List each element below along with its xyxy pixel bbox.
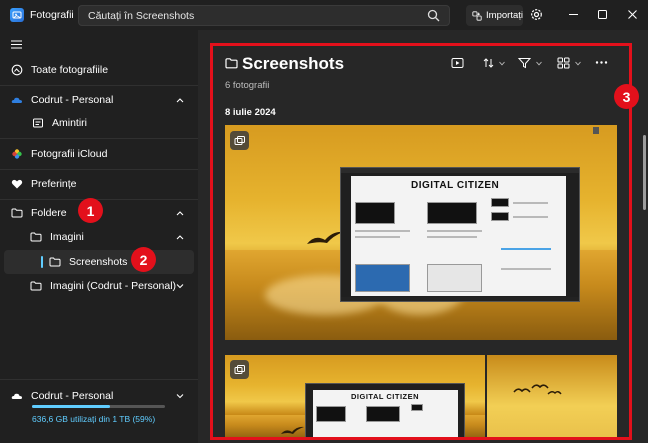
chevron-up-icon[interactable] xyxy=(176,210,184,216)
selection-indicator xyxy=(41,256,43,268)
folder-icon xyxy=(11,208,23,218)
folder-icon xyxy=(30,281,42,291)
sidebar-item-all-photos[interactable]: Toate fotografiile xyxy=(4,58,194,82)
sidebar-item-label: Imagini (Codrut - Personal) xyxy=(50,280,177,292)
onedrive-cloud-icon xyxy=(11,97,22,103)
callout-badge-3: 3 xyxy=(614,84,639,109)
folder-icon xyxy=(30,232,42,242)
sidebar-item-label: Foldere xyxy=(31,207,67,219)
heart-icon xyxy=(11,179,23,189)
chevron-down-icon[interactable] xyxy=(176,393,184,399)
sidebar-item-label: Toate fotografiile xyxy=(31,64,109,76)
hamburger-menu-icon[interactable] xyxy=(11,40,22,49)
sidebar-item-icloud[interactable]: Fotografii iCloud xyxy=(4,142,194,166)
icloud-photos-icon xyxy=(12,149,22,159)
storage-panel: Codrut - Personal xyxy=(0,379,198,443)
callout-badge-1: 1 xyxy=(78,198,103,223)
main-scrollbar-thumb[interactable] xyxy=(643,135,646,210)
import-label: Importați xyxy=(486,10,523,21)
import-button[interactable]: Importați xyxy=(466,5,523,26)
maximize-icon[interactable] xyxy=(597,9,608,20)
divider xyxy=(0,169,198,170)
divider xyxy=(0,199,198,200)
minimize-icon[interactable] xyxy=(568,9,579,20)
app-title: Fotografii xyxy=(30,9,74,21)
close-icon[interactable] xyxy=(627,9,638,20)
chevron-up-icon[interactable] xyxy=(176,97,184,103)
sidebar-item-favorites[interactable]: Preferințe xyxy=(4,172,194,196)
chevron-up-icon[interactable] xyxy=(176,234,184,240)
chevron-down-icon[interactable] xyxy=(176,283,184,289)
search-placeholder: Căutați în Screenshots xyxy=(88,10,195,22)
sidebar-item-label: Amintiri xyxy=(52,117,88,129)
storage-progress-fill xyxy=(32,405,111,408)
callout-badge-2: 2 xyxy=(131,247,156,272)
sidebar: Toate fotografiile Codrut - Personal Ami… xyxy=(0,30,198,443)
sidebar-item-onedrive[interactable]: Codrut - Personal xyxy=(4,88,194,112)
all-photos-icon xyxy=(11,64,23,76)
storage-usage-text: 636,6 GB utilizați din 1 TB (59%) xyxy=(32,414,156,424)
sidebar-item-label: Screenshots xyxy=(69,256,128,268)
sidebar-item-label: Codrut - Personal xyxy=(31,94,114,106)
sidebar-item-images[interactable]: Imagini xyxy=(4,225,194,249)
memories-icon xyxy=(33,118,43,128)
import-icon xyxy=(472,10,482,21)
photos-app-icon xyxy=(10,8,24,22)
cloud-icon xyxy=(11,393,22,399)
title-bar: Fotografii Căutați în Screenshots Import… xyxy=(0,0,648,30)
sidebar-item-memories[interactable]: Amintiri xyxy=(4,111,194,135)
search-input[interactable]: Căutați în Screenshots xyxy=(78,5,450,26)
storage-account-label: Codrut - Personal xyxy=(31,390,114,402)
folder-icon xyxy=(49,257,61,267)
photos-app-window: Fotografii Căutați în Screenshots Import… xyxy=(0,0,648,443)
divider xyxy=(0,138,198,139)
search-icon[interactable] xyxy=(427,9,440,22)
sidebar-item-images-onedrive[interactable]: Imagini (Codrut - Personal) xyxy=(4,274,194,298)
divider xyxy=(0,85,198,86)
sidebar-item-screenshots[interactable]: Screenshots xyxy=(4,250,194,274)
sidebar-item-label: Imagini xyxy=(50,231,84,243)
sidebar-item-label: Fotografii iCloud xyxy=(31,148,108,160)
storage-progress-bar xyxy=(32,405,165,408)
sidebar-item-label: Preferințe xyxy=(31,178,77,190)
settings-gear-icon[interactable] xyxy=(530,8,543,21)
highlight-frame xyxy=(210,43,632,440)
